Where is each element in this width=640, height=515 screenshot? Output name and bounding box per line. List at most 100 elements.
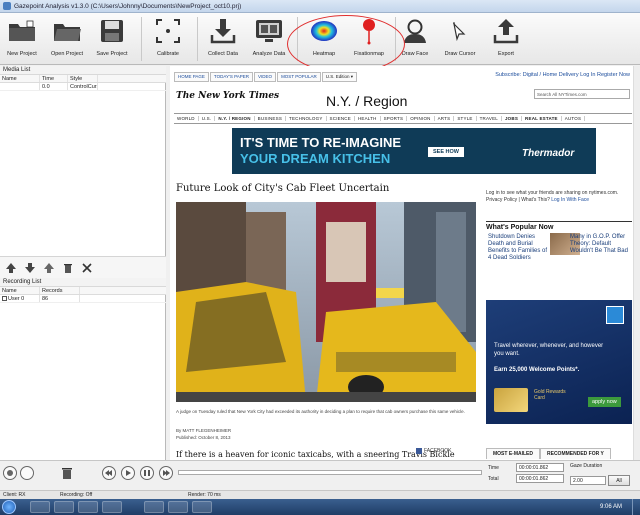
nyt-account-links[interactable]: Subscribe: Digital / Home Delivery Log I…: [495, 72, 630, 78]
taskbar-chrome-icon[interactable]: [54, 501, 74, 513]
toolbar-separator: [141, 17, 142, 61]
taskbar-app-icon[interactable]: [168, 501, 188, 513]
nyt-top-tab[interactable]: TODAY'S PAPER: [209, 72, 254, 82]
tools-wrench-icon[interactable]: [79, 260, 95, 276]
taskbar-gazepoint-icon[interactable]: [192, 501, 212, 513]
move-down-icon[interactable]: [22, 260, 38, 276]
social-login-link[interactable]: Log In With Face: [551, 197, 589, 203]
draw-cursor-button[interactable]: Draw Cursor: [440, 16, 480, 62]
heatmap-button[interactable]: Heatmap: [304, 16, 344, 62]
column-header[interactable]: Name: [0, 75, 40, 82]
facebook-share[interactable]: FACEBOOK: [416, 448, 452, 454]
media-list-row[interactable]: 0.0 ControlCurs: [0, 83, 166, 91]
window-titlebar: Gazepoint Analysis v1.3.0 (C:\Users\John…: [0, 0, 640, 13]
nyt-top-tab[interactable]: VIDEO: [254, 72, 277, 82]
calibrate-button[interactable]: Calibrate: [148, 16, 188, 62]
draw-face-label: Draw Face: [401, 51, 429, 57]
nyt-edition-select[interactable]: U.S. Edition ▾: [321, 72, 358, 82]
taskbar-app-icon[interactable]: [102, 501, 122, 513]
nyt-top-tab[interactable]: HOME PAGE: [174, 72, 209, 82]
fast-forward-icon[interactable]: [159, 466, 173, 480]
pause-icon[interactable]: [140, 466, 154, 480]
heatmap-blob-icon: [309, 16, 339, 46]
amex-ad[interactable]: Travel wherever, whenever, and however y…: [486, 300, 632, 424]
fixationmap-button[interactable]: Fixationmap: [349, 16, 389, 62]
tab-most-emailed[interactable]: MOST E-MAILED: [486, 448, 540, 459]
play-icon[interactable]: [121, 466, 135, 480]
nyt-nav-item[interactable]: U.S.: [199, 116, 216, 121]
open-project-button[interactable]: Open Project: [47, 16, 87, 62]
nyt-nav-item[interactable]: WORLD: [174, 116, 199, 121]
recording-checkbox[interactable]: [2, 296, 7, 302]
collect-data-button[interactable]: Collect Data: [203, 16, 243, 62]
save-project-button[interactable]: Save Project: [92, 16, 132, 62]
move-up-icon[interactable]: [3, 260, 19, 276]
rewind-icon[interactable]: [102, 466, 116, 480]
amex-apply-button[interactable]: apply now: [588, 397, 621, 407]
popular-story-2[interactable]: Many in G.O.P. Offer Theory: Default Wou…: [570, 234, 630, 255]
draw-face-button[interactable]: Draw Face: [395, 16, 435, 62]
recording-list-row[interactable]: User 0 86: [0, 295, 166, 303]
article-byline[interactable]: By MATT FLEGENHEIMER: [176, 428, 231, 433]
start-button-icon[interactable]: [2, 500, 16, 514]
all-button[interactable]: All: [608, 475, 630, 486]
current-time-field[interactable]: 00:00:01.862: [516, 463, 564, 472]
media-list-title: Media List: [0, 66, 166, 75]
time-labels: Time Total: [488, 463, 499, 485]
nyt-nav-item[interactable]: STYLE: [454, 116, 477, 121]
analyze-data-button[interactable]: Analyze Data: [249, 16, 289, 62]
column-header[interactable]: Name: [0, 287, 40, 294]
nyt-nav-item[interactable]: REAL ESTATE: [522, 116, 562, 121]
nyt-nav-item[interactable]: OPINION: [407, 116, 435, 121]
stop-icon[interactable]: [20, 466, 34, 480]
total-time-field[interactable]: 00:00:01.862: [516, 474, 564, 483]
show-desktop-button[interactable]: [632, 499, 640, 515]
nyt-nav-item[interactable]: SCIENCE: [327, 116, 355, 121]
system-clock[interactable]: 9:06 AM: [600, 499, 622, 515]
column-header[interactable]: Time: [40, 75, 68, 82]
column-header[interactable]: Style: [68, 75, 98, 82]
nyt-nav-item[interactable]: N.Y. / REGION: [215, 116, 255, 121]
nyt-nav-item[interactable]: TECHNOLOGY: [286, 116, 327, 121]
nyt-nav-item[interactable]: JOBS: [502, 116, 523, 121]
recording-status: Recording: Off: [60, 492, 93, 498]
draw-cursor-label: Draw Cursor: [444, 51, 476, 57]
gaze-duration-field[interactable]: 2.00: [570, 476, 606, 485]
nyt-nav-item[interactable]: ARTS: [435, 116, 455, 121]
media-name-cell: [0, 83, 40, 90]
trash-icon[interactable]: [60, 466, 74, 480]
heatmap-label: Heatmap: [312, 51, 336, 57]
taskbar-explorer-icon[interactable]: [30, 501, 50, 513]
nyt-nav-item[interactable]: BUSINESS: [255, 116, 287, 121]
thermador-ad-banner[interactable]: IT'S TIME TO RE-IMAGINE YOUR DREAM KITCH…: [232, 128, 596, 174]
taskbar-app-icon[interactable]: [144, 501, 164, 513]
person-face-icon: [400, 16, 430, 46]
time-fields: 00:00:01.862 00:00:01.862: [516, 463, 564, 485]
article-headline[interactable]: Future Look of City's Cab Fleet Uncertai…: [176, 183, 389, 194]
new-project-button[interactable]: New Project: [2, 16, 42, 62]
nyt-search-input[interactable]: Search All NYTimes.com: [534, 89, 630, 99]
column-header[interactable]: Records: [40, 287, 80, 294]
nyt-logo[interactable]: The New York Times: [176, 91, 279, 101]
taskbar-app-icon[interactable]: [78, 501, 98, 513]
ad-see-how-button[interactable]: SEE HOW: [428, 147, 464, 157]
article-published-date: Published: October 8, 2013: [176, 435, 231, 440]
nyt-nav-item[interactable]: HEALTH: [355, 116, 381, 121]
taxi-photo: [176, 202, 476, 402]
export-button[interactable]: Export: [486, 16, 526, 62]
toolbar-separator: [197, 17, 198, 61]
nyt-nav-item[interactable]: SPORTS: [381, 116, 408, 121]
nyt-nav-item[interactable]: AUTOS: [562, 116, 586, 121]
nyt-nav-item[interactable]: TRAVEL: [477, 116, 502, 121]
save-project-label: Save Project: [96, 51, 128, 57]
main-toolbar: New Project Open Project Save Project Ca…: [0, 13, 640, 73]
move-up-alt-icon[interactable]: [41, 260, 57, 276]
webview-scrollbar[interactable]: [633, 66, 640, 460]
trash-icon[interactable]: [60, 260, 76, 276]
tab-recommended[interactable]: RECOMMENDED FOR Y: [540, 448, 611, 459]
popular-story-1[interactable]: Shutdown Denies Death and Burial Benefit…: [488, 234, 548, 262]
playback-progress-bar[interactable]: [178, 470, 482, 475]
nyt-top-tab[interactable]: MOST POPULAR: [277, 72, 321, 82]
record-icon[interactable]: [3, 466, 17, 480]
gold-card-image: [494, 388, 528, 412]
